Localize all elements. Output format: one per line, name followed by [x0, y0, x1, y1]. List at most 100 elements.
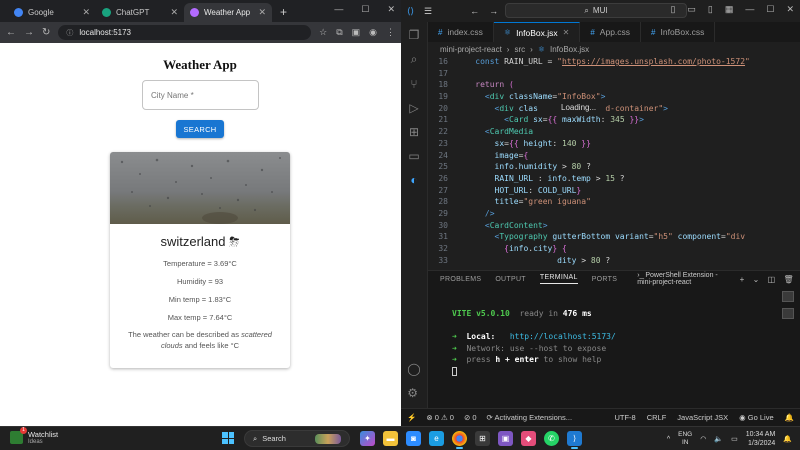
close-icon[interactable]: ✕: [387, 4, 395, 15]
tab-close-icon[interactable]: ✕: [82, 7, 90, 18]
breadcrumb-file[interactable]: InfoBox.jsx: [550, 45, 589, 54]
search-icon[interactable]: ⌕: [411, 52, 418, 67]
code-line[interactable]: 19 <div className="InfoBox">: [428, 92, 792, 104]
terminal-selector[interactable]: ›_ PowerShell Extension - mini-project-r…: [637, 272, 725, 286]
minimize-icon[interactable]: —: [745, 4, 754, 15]
code-line[interactable]: 23 sx={{ height: 140 }}: [428, 139, 792, 151]
code-line[interactable]: 31 <Typography gutterBottom variant="h5"…: [428, 232, 792, 244]
notifications-bell-icon[interactable]: 🔔: [785, 413, 794, 422]
code-line[interactable]: 16 const RAIN_URL = "https://images.unsp…: [428, 57, 792, 69]
copilot-icon[interactable]: ✦: [360, 431, 375, 446]
widgets-button[interactable]: Watchlist Ideas: [10, 427, 58, 445]
bookmark-star-icon[interactable]: ☆: [319, 27, 327, 38]
language-indicator[interactable]: ENG IN: [678, 431, 692, 447]
editor-tab-infobox-jsx[interactable]: ⚛ InfoBox.jsx ✕: [493, 22, 581, 42]
explorer-icon[interactable]: ❐: [409, 28, 420, 42]
panel-tab-ports[interactable]: PORTS: [592, 276, 618, 283]
tab-close-icon[interactable]: ✕: [563, 28, 570, 37]
remote-indicator-icon[interactable]: ⚡: [407, 413, 416, 422]
sidebar-icon[interactable]: ▣: [352, 27, 361, 38]
panel-tab-terminal[interactable]: TERMINAL: [539, 274, 578, 284]
breadcrumb-folder[interactable]: src: [514, 45, 525, 54]
photos-icon[interactable]: ◆: [521, 431, 536, 446]
extensions-icon[interactable]: ⊞: [409, 125, 419, 139]
minimize-icon[interactable]: —: [334, 4, 343, 15]
kill-terminal-icon[interactable]: 🗑: [784, 275, 794, 284]
clock[interactable]: 10:34 AM 1/3/2024: [746, 430, 776, 448]
edge-icon[interactable]: e: [429, 431, 444, 446]
code-line[interactable]: 22 <CardMedia: [428, 127, 792, 139]
code-line[interactable]: 29 />: [428, 209, 792, 221]
city-name-input[interactable]: [142, 80, 259, 110]
nav-back-icon[interactable]: ←: [470, 6, 479, 16]
chevron-down-icon[interactable]: ⌄: [753, 275, 760, 284]
split-terminal-icon[interactable]: ◫: [768, 275, 776, 284]
source-control-icon[interactable]: ⑂: [410, 77, 417, 91]
browser-tab-google[interactable]: Google ✕: [8, 3, 96, 22]
tray-overflow-icon[interactable]: ^: [667, 436, 670, 443]
language-status[interactable]: JavaScript JSX: [677, 413, 728, 422]
code-line[interactable]: 25 info.humidity > 80 ?: [428, 162, 792, 174]
battery-icon[interactable]: ▭: [731, 435, 738, 443]
ports-status[interactable]: ⊘ 0: [464, 413, 477, 422]
terminal-output[interactable]: VITE v5.0.10 ready in 476 ms ➜ Local: ht…: [428, 287, 800, 378]
code-line[interactable]: 24 image={: [428, 151, 792, 163]
tab-close-icon[interactable]: ✕: [258, 7, 266, 18]
new-tab-icon[interactable]: +: [272, 5, 295, 22]
edge-devtools-icon[interactable]: ◐: [410, 173, 417, 187]
terminal-instance-icon[interactable]: [782, 308, 794, 319]
visual-studio-icon[interactable]: ▣: [498, 431, 513, 446]
site-info-icon[interactable]: ⓘ: [66, 28, 73, 38]
store-icon[interactable]: ⊞: [475, 431, 490, 446]
menu-icon[interactable]: ⋮: [386, 27, 395, 38]
code-line[interactable]: 20 <div clas d-container">: [428, 104, 792, 116]
tab-close-icon[interactable]: ✕: [170, 7, 178, 18]
terminal-instance-icon[interactable]: [782, 291, 794, 302]
address-bar[interactable]: ⓘ localhost:5173: [58, 25, 312, 40]
editor-tab-index-css[interactable]: # index.css: [428, 22, 494, 42]
vscode-taskbar-icon[interactable]: ⟩: [567, 431, 582, 449]
code-editor[interactable]: 16 const RAIN_URL = "https://images.unsp…: [428, 57, 792, 270]
zoom-icon[interactable]: ◙: [406, 431, 421, 446]
editor-tab-app-css[interactable]: # App.css: [580, 22, 642, 42]
reload-icon[interactable]: ↻: [42, 27, 50, 38]
secondary-sidebar-icon[interactable]: ▯: [708, 4, 713, 15]
encoding-status[interactable]: UTF-8: [614, 413, 635, 422]
breadcrumb-folder[interactable]: mini-project-react: [440, 45, 502, 54]
panel-tab-problems[interactable]: PROBLEMS: [440, 276, 481, 283]
panel-toggle-icon[interactable]: ▭: [687, 4, 696, 15]
code-line[interactable]: 32 {info.city} {: [428, 244, 792, 256]
extensions-icon[interactable]: ⧉: [336, 27, 342, 38]
whatsapp-icon[interactable]: ✆: [544, 431, 559, 446]
command-center-search[interactable]: ⌕ MUI: [505, 3, 687, 18]
taskbar-search[interactable]: ⌕ Search: [244, 430, 350, 447]
customize-layout-icon[interactable]: ▦: [725, 4, 734, 15]
notification-center-icon[interactable]: 🔔: [783, 435, 792, 443]
new-terminal-icon[interactable]: +: [740, 275, 745, 284]
settings-gear-icon[interactable]: ⚙: [407, 386, 420, 400]
windows-start-icon[interactable]: [222, 432, 234, 444]
search-button[interactable]: SEARCH: [176, 120, 224, 138]
maximize-icon[interactable]: ☐: [361, 4, 369, 15]
wifi-icon[interactable]: ◠: [700, 435, 706, 443]
code-line[interactable]: 30 <CardContent>: [428, 221, 792, 233]
problems-status[interactable]: ⊗ 0 ⚠ 0: [426, 413, 454, 422]
file-explorer-icon[interactable]: ▬: [383, 431, 398, 446]
code-line[interactable]: 21 <Card sx={{ maxWidth: 345 }}>: [428, 115, 792, 127]
code-line[interactable]: 33 dity > 80 ?: [428, 256, 792, 268]
volume-icon[interactable]: 🔈: [714, 435, 723, 443]
editor-tab-infobox-css[interactable]: # InfoBox.css: [641, 22, 716, 42]
go-live-status[interactable]: ◉ Go Live: [739, 413, 774, 422]
close-icon[interactable]: ✕: [786, 4, 794, 15]
chrome-icon[interactable]: [452, 431, 467, 449]
back-icon[interactable]: ←: [6, 27, 16, 38]
run-debug-icon[interactable]: ▷: [409, 101, 418, 115]
browser-tab-chatgpt[interactable]: ChatGPT ✕: [96, 3, 184, 22]
code-line[interactable]: 17: [428, 69, 792, 81]
profile-icon[interactable]: ◉: [369, 27, 377, 38]
maximize-icon[interactable]: ☐: [766, 4, 774, 15]
remote-explorer-icon[interactable]: ▭: [408, 149, 419, 163]
panel-tab-output[interactable]: OUTPUT: [495, 276, 526, 283]
eol-status[interactable]: CRLF: [647, 413, 667, 422]
code-line[interactable]: 27 HOT_URL: COLD_URL}: [428, 186, 792, 198]
